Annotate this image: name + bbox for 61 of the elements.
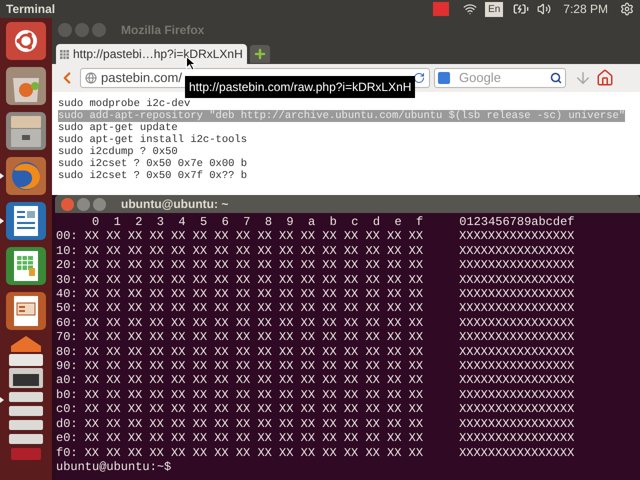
- code-line: sudo i2cset ? 0x50 0x7e 0x00 b: [58, 158, 248, 170]
- ascii-dump: XXXXXXXXXXXXXXXX: [459, 316, 574, 330]
- row-address: c0:: [56, 402, 78, 417]
- ascii-dump: XXXXXXXXXXXXXXXX: [459, 258, 574, 273]
- hex-bytes: XX XX XX XX XX XX XX XX XX XX XX XX XX XX XX XX: [84, 244, 424, 258]
- row-address: 50:: [56, 301, 78, 316]
- hex-bytes: XX XX XX XX XX XX XX XX XX XX XX XX XX XX XX XX: [84, 229, 424, 244]
- hex-bytes: XX XX XX XX XX XX XX XX XX XX XX XX XX XX XX XX: [84, 402, 424, 417]
- window-title: ubuntu@ubuntu: ~: [121, 196, 228, 213]
- ascii-header: 0123456789abcdef: [459, 215, 574, 230]
- ascii-dump: XXXXXXXXXXXXXXXX: [459, 446, 574, 460]
- row-address: 10:: [56, 244, 78, 258]
- code-line: sudo apt-get update: [58, 122, 178, 134]
- ascii-dump: XXXXXXXXXXXXXXXX: [459, 402, 574, 417]
- hex-bytes: XX XX XX XX XX XX XX XX XX XX XX XX XX XX XX XX: [84, 258, 424, 273]
- shell-prompt: ubuntu@ubuntu:~$: [56, 460, 172, 474]
- row-address: 70:: [56, 330, 78, 345]
- ascii-dump: XXXXXXXXXXXXXXXX: [459, 330, 574, 345]
- hex-bytes: XX XX XX XX XX XX XX XX XX XX XX XX XX XX XX XX: [84, 416, 424, 432]
- code-line: sudo i2cdump ? 0x50: [58, 146, 178, 158]
- row-address: 80:: [56, 344, 78, 360]
- row-address: 00:: [56, 229, 78, 244]
- hex-bytes: XX XX XX XX XX XX XX XX XX XX XX XX XX XX XX XX: [84, 431, 424, 446]
- code-line: sudo modprobe i2c-dev: [58, 98, 190, 110]
- hex-bytes: XX XX XX XX XX XX XX XX XX XX XX XX XX XX XX XX: [84, 316, 424, 330]
- row-address: e0:: [56, 431, 78, 446]
- ascii-dump: XXXXXXXXXXXXXXXX: [459, 388, 574, 402]
- row-address: 30:: [56, 272, 78, 288]
- hex-bytes: XX XX XX XX XX XX XX XX XX XX XX XX XX XX XX XX: [84, 301, 424, 316]
- ascii-dump: XXXXXXXXXXXXXXXX: [459, 287, 574, 302]
- ascii-dump: XXXXXXXXXXXXXXXX: [459, 373, 574, 388]
- hex-bytes: XX XX XX XX XX XX XX XX XX XX XX XX XX XX XX XX: [84, 344, 424, 360]
- app-title: Terminal: [6, 1, 56, 18]
- ascii-dump: XXXXXXXXXXXXXXXX: [459, 229, 574, 244]
- ascii-dump: XXXXXXXXXXXXXXXX: [459, 244, 574, 258]
- row-address: d0:: [56, 416, 78, 432]
- code-line: sudo apt-get install i2c-tools: [58, 134, 248, 146]
- ascii-dump: XXXXXXXXXXXXXXXX: [459, 272, 574, 288]
- window-title: Mozilla Firefox: [121, 22, 204, 39]
- row-address: 20:: [56, 258, 78, 273]
- hex-bytes: XX XX XX XX XX XX XX XX XX XX XX XX XX XX XX XX: [84, 330, 424, 345]
- row-address: a0:: [56, 373, 78, 388]
- code-line: sudo i2cset ? 0x50 0x7f 0x?? b: [58, 170, 248, 182]
- column-header: 0 1 2 3 4 5 6 7 8 9 a b c d e f: [92, 215, 424, 230]
- hex-bytes: XX XX XX XX XX XX XX XX XX XX XX XX XX XX XX XX: [84, 287, 424, 302]
- ascii-dump: XXXXXXXXXXXXXXXX: [459, 431, 574, 446]
- row-address: 60:: [56, 316, 78, 330]
- hex-bytes: XX XX XX XX XX XX XX XX XX XX XX XX XX XX XX XX: [84, 446, 424, 460]
- row-address: f0:: [56, 446, 78, 460]
- ascii-dump: XXXXXXXXXXXXXXXX: [459, 301, 574, 316]
- hex-bytes: XX XX XX XX XX XX XX XX XX XX XX XX XX XX XX XX: [84, 388, 424, 402]
- ascii-dump: XXXXXXXXXXXXXXXX: [459, 416, 574, 432]
- row-address: 90:: [56, 359, 78, 374]
- ascii-dump: XXXXXXXXXXXXXXXX: [459, 344, 574, 360]
- tooltip: http://pastebin.com/raw.php?i=kDRxLXnH: [185, 76, 416, 98]
- row-address: b0:: [56, 388, 78, 402]
- hex-bytes: XX XX XX XX XX XX XX XX XX XX XX XX XX XX XX XX: [84, 359, 424, 374]
- row-address: 40:: [56, 287, 78, 302]
- ascii-dump: XXXXXXXXXXXXXXXX: [459, 359, 574, 374]
- hex-bytes: XX XX XX XX XX XX XX XX XX XX XX XX XX XX XX XX: [84, 272, 424, 288]
- hex-bytes: XX XX XX XX XX XX XX XX XX XX XX XX XX XX XX XX: [84, 373, 424, 388]
